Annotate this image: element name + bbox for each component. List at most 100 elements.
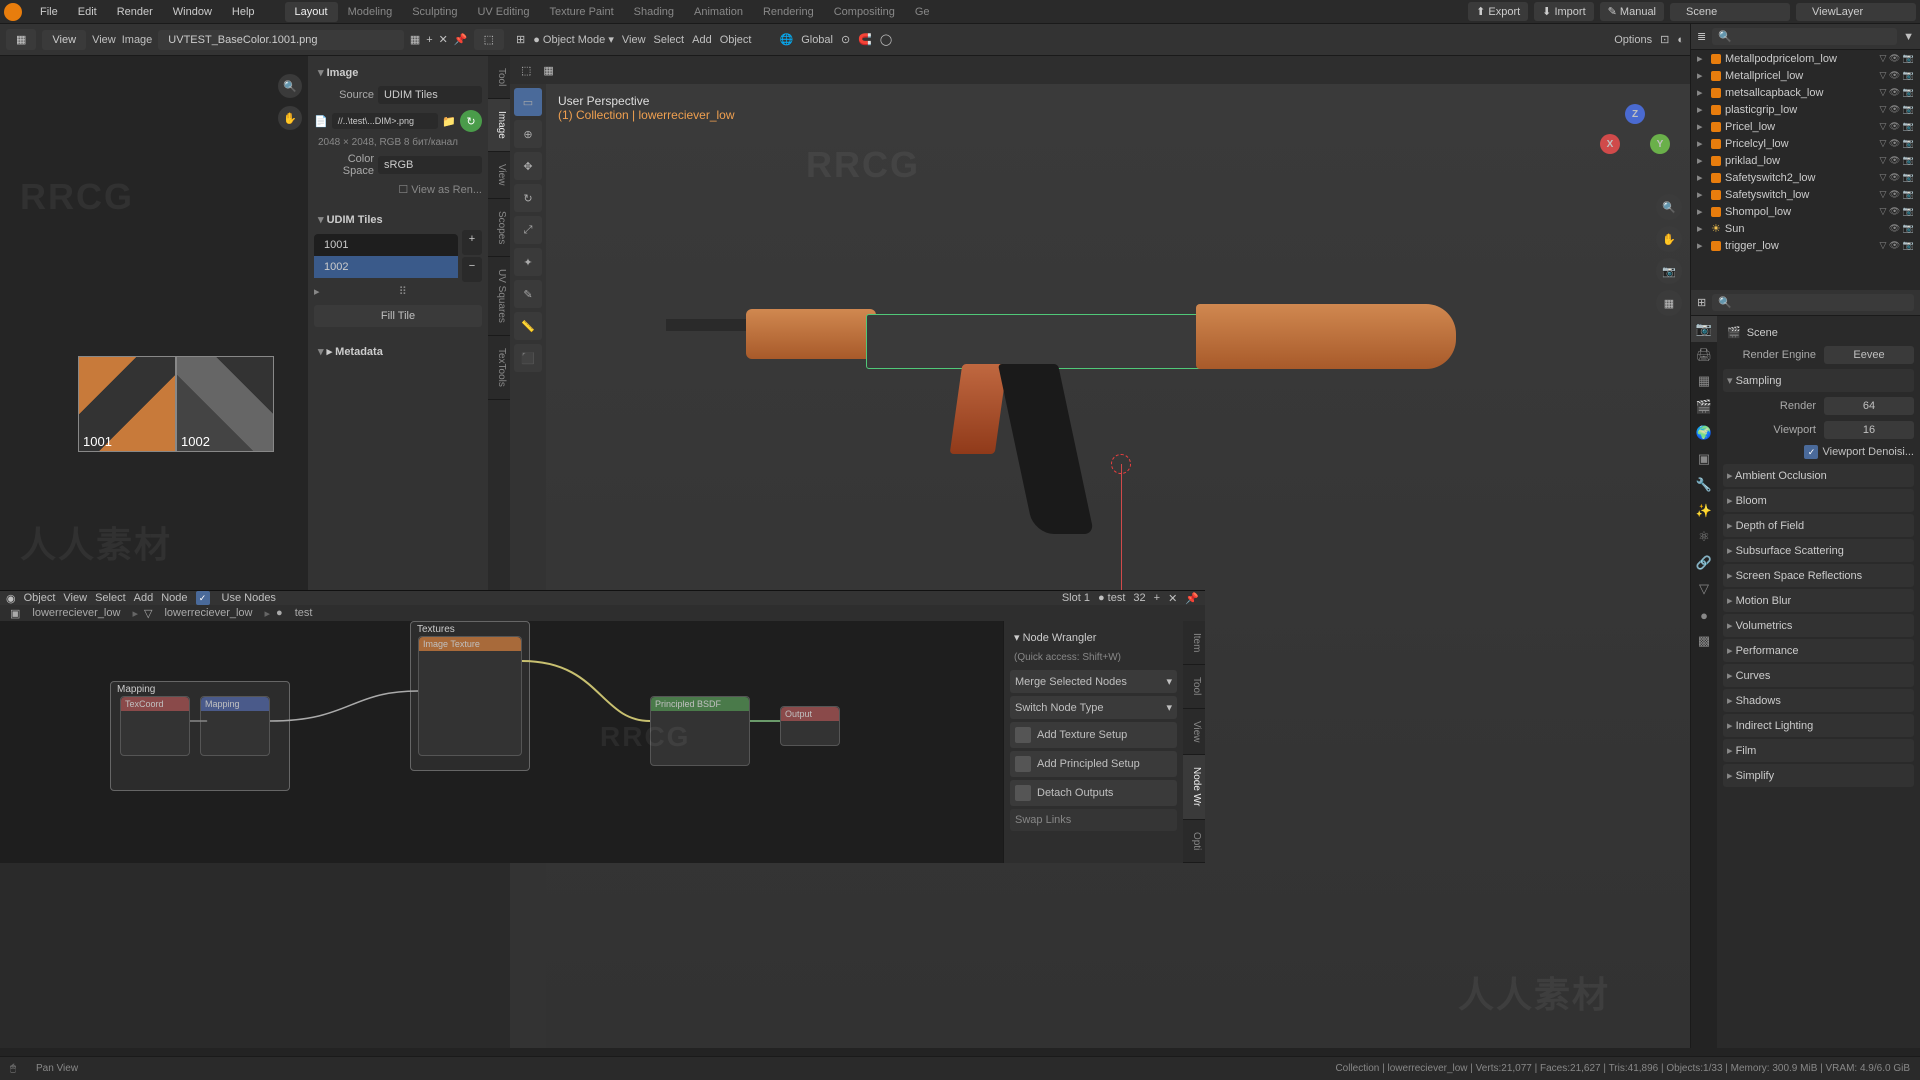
colorspace-dropdown[interactable]: sRGB (378, 156, 482, 174)
tab-layout[interactable]: Layout (285, 2, 338, 22)
viewlayer-name-field[interactable]: ViewLayer (1796, 3, 1916, 21)
vtab-view[interactable]: View (488, 152, 510, 199)
tab-data[interactable]: ▽ (1691, 576, 1717, 602)
image-path-field[interactable]: //..\test\...DIM>.png (332, 113, 439, 129)
gizmo-z-axis[interactable]: Z (1625, 104, 1645, 124)
section-ao[interactable]: Ambient Occlusion (1723, 464, 1914, 487)
vtab-scopes[interactable]: Scopes (488, 199, 510, 257)
menu-render[interactable]: Render (107, 4, 163, 20)
vtab-tool[interactable]: Tool (488, 56, 510, 99)
section-ssr[interactable]: Screen Space Reflections (1723, 564, 1914, 587)
outliner-type-icon[interactable]: ≣ (1697, 30, 1706, 43)
section-bloom[interactable]: Bloom (1723, 489, 1914, 512)
image-pin-icon[interactable]: 📌 (454, 33, 468, 46)
node-view-menu[interactable]: View (63, 592, 87, 604)
tool-select[interactable]: ▭ (514, 88, 542, 116)
section-performance[interactable]: Performance (1723, 639, 1914, 662)
uv-snap-icon[interactable]: ⬚ (474, 29, 504, 50)
list-expand-icon[interactable]: ▸ (314, 285, 320, 298)
vtab-image[interactable]: Image (488, 99, 510, 152)
nvtab-nodewrangler[interactable]: Node Wr (1183, 755, 1205, 819)
vp-add-menu[interactable]: Add (692, 34, 712, 46)
orientation-icon[interactable]: 🌐 (779, 33, 793, 46)
use-nodes-checkbox[interactable]: ✓ (196, 591, 210, 605)
render-samples-field[interactable]: 64 (1824, 397, 1914, 415)
udim-tile-1001[interactable]: 1001 (78, 356, 176, 452)
outliner-filter-icon[interactable]: ▼ (1903, 31, 1914, 43)
node-canvas[interactable]: Mapping TexCoord Mapping Textures Image … (0, 621, 1003, 863)
outliner-item[interactable]: ▸Metallpricel_low▽ 👁 📷 (1691, 67, 1920, 84)
editor-type-icon[interactable]: ⊞ (516, 33, 525, 46)
remove-tile-button[interactable]: − (462, 257, 482, 282)
node-node-menu[interactable]: Node (161, 592, 187, 604)
menu-help[interactable]: Help (222, 4, 265, 20)
nw-merge-dropdown[interactable]: Merge Selected Nodes▾ (1010, 670, 1177, 693)
material-unlink-icon[interactable]: ✕ (1168, 592, 1177, 605)
nw-add-principled-button[interactable]: Add Principled Setup (1010, 751, 1177, 777)
slot-dropdown[interactable]: Slot 1 (1062, 592, 1090, 604)
node-object-dropdown[interactable]: Object (24, 592, 56, 604)
nvtab-item[interactable]: Item (1183, 621, 1205, 665)
section-dof[interactable]: Depth of Field (1723, 514, 1914, 537)
uv-image-menu[interactable]: Image (122, 34, 153, 46)
tab-sculpting[interactable]: Sculpting (402, 2, 467, 22)
nvtab-view[interactable]: View (1183, 709, 1205, 756)
nw-switch-dropdown[interactable]: Switch Node Type▾ (1010, 696, 1177, 719)
sampling-section[interactable]: Sampling (1723, 369, 1914, 392)
nw-detach-button[interactable]: Detach Outputs (1010, 780, 1177, 806)
nvtab-options[interactable]: Opti (1183, 820, 1205, 863)
material-name-field[interactable]: ● test (1098, 592, 1125, 604)
scene-name-field[interactable]: Scene (1670, 3, 1790, 21)
outliner-item[interactable]: ▸Metallpodpricelom_low▽ 👁 📷 (1691, 50, 1920, 67)
snap-icon[interactable]: 🧲 (858, 33, 872, 46)
import-button[interactable]: ⬇ Import (1534, 2, 1593, 21)
viewport-canvas[interactable]: User Perspective (1) Collection | lowerr… (546, 84, 1690, 1048)
tab-modeling[interactable]: Modeling (338, 2, 403, 22)
breadcrumb-item[interactable]: lowerreciever_low (26, 605, 126, 621)
camera-icon[interactable]: 📷 (1656, 258, 1682, 284)
tool-add-cube[interactable]: ⬛ (514, 344, 542, 372)
section-shadows[interactable]: Shadows (1723, 689, 1914, 712)
shading-mode-icon[interactable]: ◐ (1677, 34, 1684, 46)
section-film[interactable]: Film (1723, 739, 1914, 762)
uv-canvas[interactable]: 🔍 ✋ 1001 1002 RRCG 人人素材 (0, 56, 308, 640)
section-simplify[interactable]: Simplify (1723, 764, 1914, 787)
tool-cursor[interactable]: ⊕ (514, 120, 542, 148)
tab-scene[interactable]: 🎬 (1691, 394, 1717, 420)
props-type-icon[interactable]: ⊞ (1697, 296, 1706, 309)
select-mode-icon[interactable]: ▦ (538, 61, 558, 80)
tool-rotate[interactable]: ↻ (514, 184, 542, 212)
outliner-item-light[interactable]: ▸☀Sun👁 📷 (1691, 220, 1920, 237)
zoom-icon[interactable]: 🔍 (278, 74, 302, 98)
outliner-item[interactable]: ▸Pricelcyl_low▽ 👁 📷 (1691, 135, 1920, 152)
nw-swap-button[interactable]: Swap Links (1010, 809, 1177, 831)
tab-output[interactable]: 🖨 (1691, 342, 1717, 368)
pan-icon[interactable]: ✋ (278, 106, 302, 130)
tool-move[interactable]: ✥ (514, 152, 542, 180)
udim-section-header[interactable]: UDIM Tiles (314, 209, 482, 230)
tab-modifiers[interactable]: 🔧 (1691, 472, 1717, 498)
add-tile-button[interactable]: + (462, 230, 482, 255)
image-new-icon[interactable]: + (426, 34, 432, 46)
nw-add-texture-button[interactable]: Add Texture Setup (1010, 722, 1177, 748)
gizmo-x-axis[interactable]: X (1600, 134, 1620, 154)
tool-annotate[interactable]: ✎ (514, 280, 542, 308)
vtab-textools[interactable]: TexTools (488, 336, 510, 400)
tab-material[interactable]: ● (1691, 602, 1717, 628)
section-sss[interactable]: Subsurface Scattering (1723, 539, 1914, 562)
zoom-icon[interactable]: 🔍 (1656, 194, 1682, 220)
overlay-icon[interactable]: ⊡ (1660, 33, 1669, 46)
vp-object-menu[interactable]: Object (720, 34, 752, 46)
tool-transform[interactable]: ✦ (514, 248, 542, 276)
breadcrumb-item[interactable]: lowerreciever_low (158, 605, 258, 621)
outliner-search[interactable]: 🔍 (1712, 28, 1897, 45)
node-principled-bsdf[interactable]: Principled BSDF (650, 696, 750, 766)
uv-editor-type-icon[interactable]: ▦ (6, 29, 36, 50)
nvtab-tool[interactable]: Tool (1183, 665, 1205, 708)
tab-physics[interactable]: ⚛ (1691, 524, 1717, 550)
material-pin-icon[interactable]: 📌 (1185, 592, 1199, 605)
section-volumetrics[interactable]: Volumetrics (1723, 614, 1914, 637)
tab-compositing[interactable]: Compositing (824, 2, 905, 22)
select-box-icon[interactable]: ⬚ (516, 61, 536, 80)
outliner-item[interactable]: ▸Safetyswitch2_low▽ 👁 📷 (1691, 169, 1920, 186)
